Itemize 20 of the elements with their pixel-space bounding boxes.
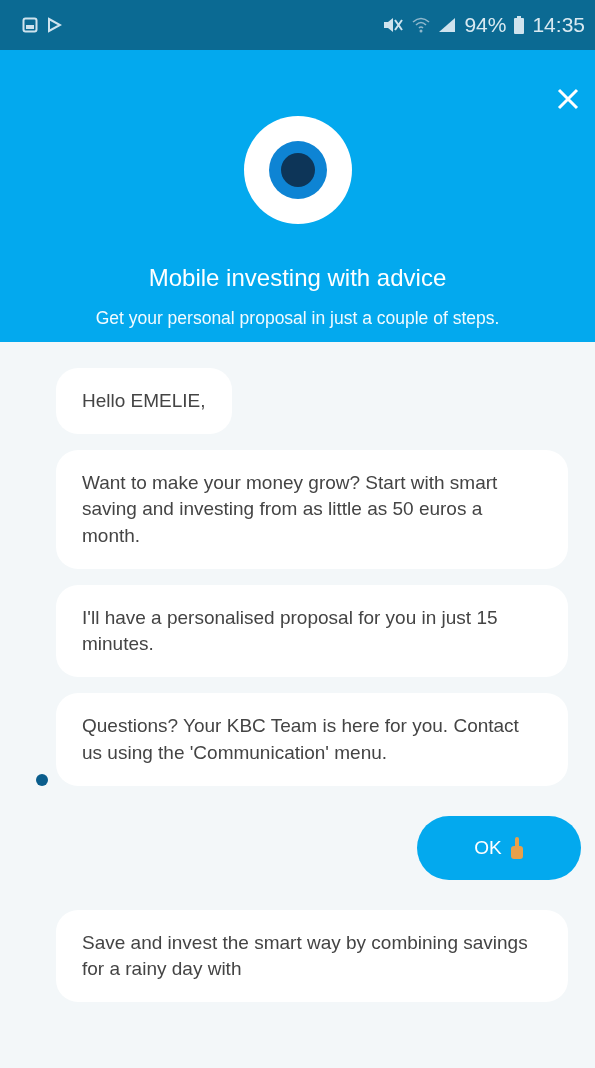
- battery-icon: [514, 16, 525, 34]
- wifi-icon: [412, 17, 431, 33]
- header-title: Mobile investing with advice: [148, 264, 447, 292]
- bot-indicator-dot: [36, 773, 48, 786]
- chat-bubble: Save and invest the smart way by combining savings for a rainy day with: [56, 909, 568, 1003]
- chat-bubble: Hello EMELIE,: [56, 368, 232, 435]
- play-icon: [46, 17, 62, 33]
- close-icon[interactable]: [557, 88, 579, 110]
- chat-bubble: I'll have a personalised proposal for you in just 15 minutes.: [56, 584, 568, 678]
- header-subtitle: Get your personal proposal in just a couple of steps.: [95, 308, 500, 329]
- chat-bubble: Questions? Your KBC Team is here for you. Contact us using the 'Communication' menu.: [56, 693, 568, 786]
- battery-percent: 94%: [464, 13, 507, 37]
- mute-icon: [382, 17, 405, 33]
- chat-bubble: Want to make your money grow? Start with smart saving and investing from as little as 50 euros a month.: [56, 450, 568, 569]
- clock-time: 14:35: [532, 13, 585, 37]
- pointing-hand-icon: [509, 836, 524, 859]
- signal-icon: [438, 17, 457, 33]
- target-logo-icon: [243, 116, 352, 224]
- reply-button[interactable]: OK: [417, 815, 581, 880]
- gallery-icon: [22, 17, 38, 33]
